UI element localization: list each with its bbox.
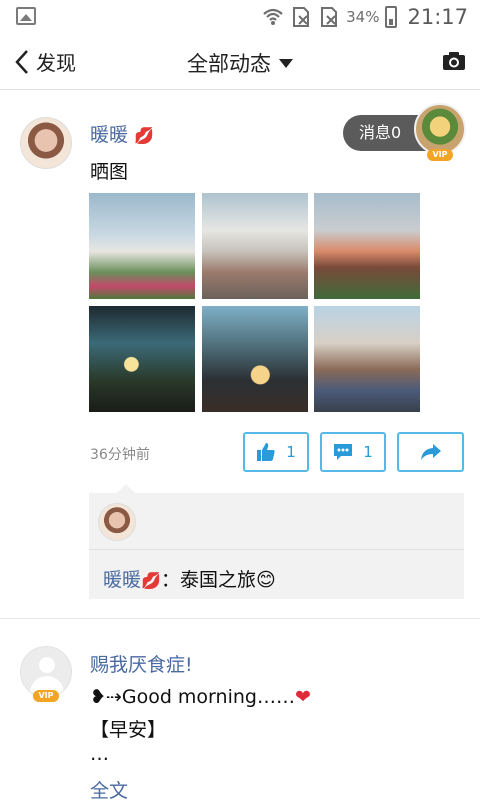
photo-thumbnail[interactable] bbox=[314, 306, 420, 412]
photo-thumbnail[interactable] bbox=[202, 193, 308, 299]
lips-emoji-icon: 💋 bbox=[141, 571, 161, 590]
comment-count: 1 bbox=[363, 443, 373, 461]
battery-icon bbox=[385, 6, 398, 28]
status-bar: 34% 21:17 bbox=[0, 0, 480, 34]
post2-line2: 【早安】 bbox=[90, 719, 167, 741]
my-avatar[interactable] bbox=[414, 103, 466, 155]
post2-line1: ❥⇢Good morning……❤ bbox=[90, 686, 311, 708]
like-count: 1 bbox=[286, 443, 296, 461]
clock: 21:17 bbox=[407, 5, 468, 29]
full-text-link[interactable]: 全文 bbox=[90, 776, 128, 800]
post1-avatar[interactable] bbox=[20, 117, 72, 169]
photo-thumbnail[interactable] bbox=[202, 306, 308, 412]
feed-filter-dropdown[interactable]: 全部动态 bbox=[0, 48, 480, 78]
battery-percent: 34% bbox=[346, 8, 380, 26]
default-avatar-head bbox=[39, 657, 55, 673]
commenter-name[interactable]: 暖暖 bbox=[103, 569, 141, 591]
panel-pointer bbox=[117, 484, 135, 493]
heart-arrow-icon: ❥⇢ bbox=[90, 686, 122, 708]
comment-row: 暖暖💋：泰国之旅😊 bbox=[103, 565, 276, 592]
photo-thumbnail[interactable] bbox=[314, 193, 420, 299]
thumbs-up-icon bbox=[257, 443, 275, 461]
panel-divider bbox=[89, 549, 464, 550]
lips-emoji-icon: 💋 bbox=[134, 126, 154, 145]
post2-line1-text: Good morning…… bbox=[121, 686, 295, 708]
comment-text: ：泰国之旅 bbox=[160, 569, 256, 591]
top-nav-bar: 发现 全部动态 bbox=[0, 34, 480, 90]
photo-thumbnail[interactable] bbox=[89, 306, 195, 412]
share-button[interactable] bbox=[397, 432, 464, 472]
caret-down-icon bbox=[279, 59, 293, 68]
wifi-icon bbox=[263, 8, 283, 25]
post1-text: 晒图 bbox=[90, 161, 129, 183]
post2-username[interactable]: 赐我厌食症! bbox=[90, 650, 193, 677]
messages-label: 消息0 bbox=[359, 123, 402, 142]
vip-badge: VIP bbox=[427, 149, 453, 161]
no-sim-icon bbox=[293, 7, 310, 27]
like-button[interactable]: 1 bbox=[243, 432, 309, 472]
post1-username-text: 暖暖 bbox=[90, 124, 129, 146]
post1-timestamp: 36分钟前 bbox=[90, 447, 150, 463]
post1-username[interactable]: 暖暖 💋 bbox=[90, 120, 154, 147]
post2-line3: … bbox=[90, 743, 109, 765]
comment-button[interactable]: 1 bbox=[320, 432, 386, 472]
status-icons: 34% 21:17 bbox=[262, 4, 468, 30]
camera-icon[interactable] bbox=[442, 50, 466, 72]
photo-thumbnail[interactable] bbox=[89, 193, 195, 299]
interaction-panel: 暖暖💋：泰国之旅😊 bbox=[89, 484, 464, 599]
heart-icon: ❤ bbox=[294, 686, 311, 708]
smile-emoji-icon: 😊 bbox=[255, 569, 276, 591]
liker-avatar[interactable] bbox=[98, 503, 136, 541]
post2-vip-badge: VIP bbox=[33, 690, 59, 702]
share-arrow-icon bbox=[420, 444, 441, 460]
post-separator bbox=[0, 618, 480, 619]
photo-grid bbox=[89, 193, 421, 413]
no-sim-icon-2 bbox=[321, 7, 338, 27]
page-title: 全部动态 bbox=[187, 52, 271, 76]
comment-icon bbox=[334, 444, 353, 460]
gallery-notification-icon bbox=[16, 7, 36, 25]
